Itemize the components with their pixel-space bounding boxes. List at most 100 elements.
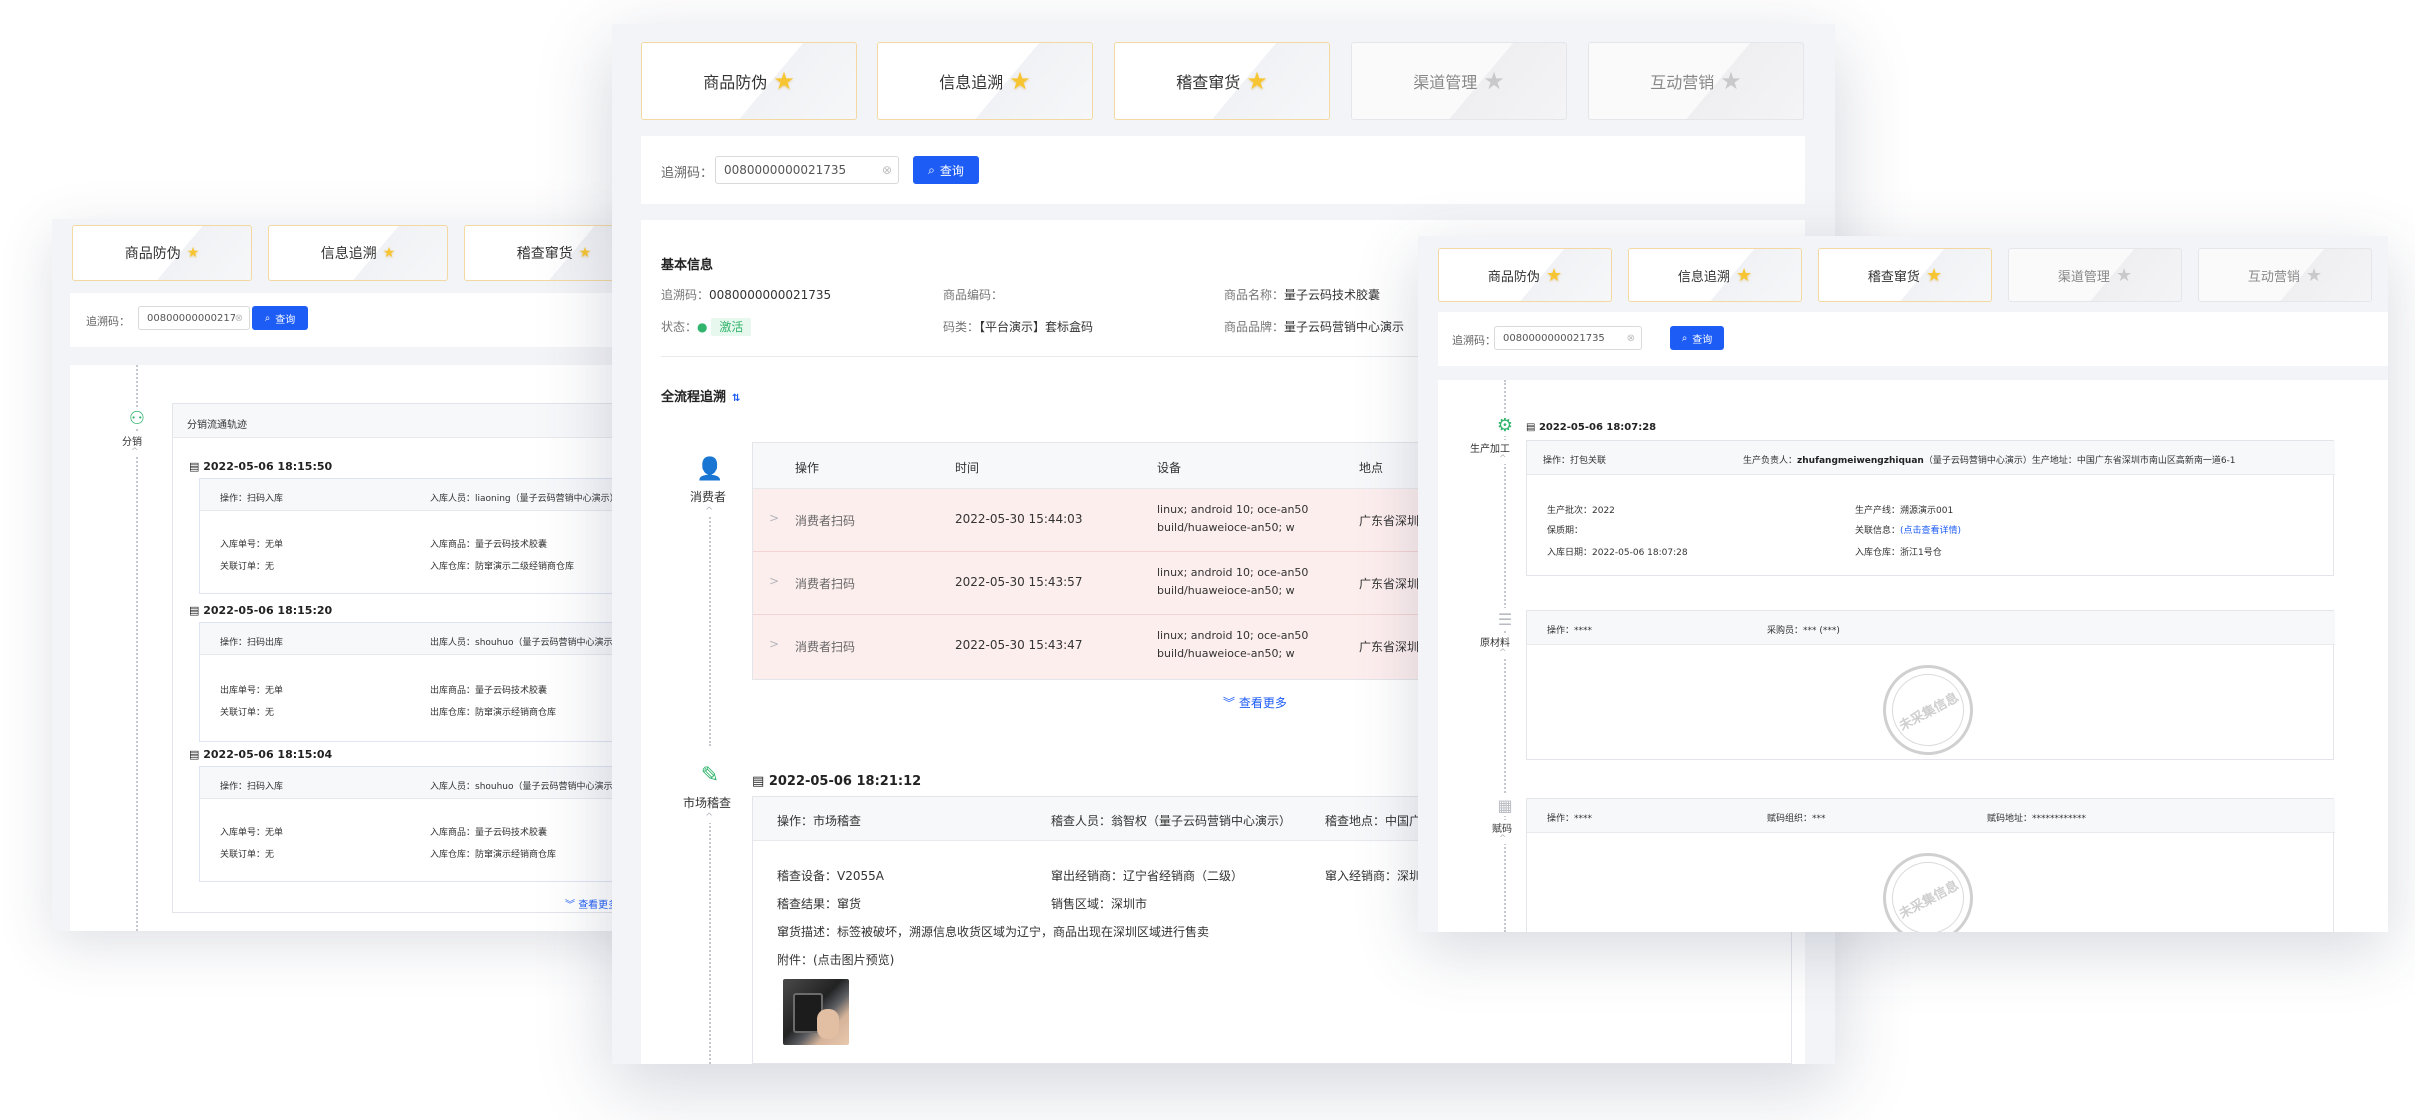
trace-code-field: 追溯码：0080000000021735	[661, 288, 832, 302]
record-card: 操作：扫码出库 出库人员：shouhuo（量子云码营销中心演示） 出库单号：无单…	[199, 622, 672, 742]
star-icon: ★	[2115, 264, 2133, 286]
calendar-icon: ▤	[752, 774, 769, 789]
promo-stage: 商品防伪★ 信息追溯★ 稽查窜货★ 追溯码： 0080000000021735⊗…	[0, 0, 2415, 1120]
expand-chevron-icon[interactable]: >	[769, 511, 779, 525]
chevron-up-icon[interactable]: ^	[1499, 648, 1507, 658]
goods-code-field: 商品编码：	[943, 288, 1004, 302]
star-icon: ★	[382, 245, 396, 261]
attachment-thumbnail[interactable]	[783, 979, 849, 1045]
search-icon: ⌕	[264, 312, 271, 324]
node-label-coding: 赋码	[1490, 820, 1514, 835]
chevron-up-icon[interactable]: ^	[131, 447, 139, 457]
no-data-stamp: 未采集信息	[1867, 837, 1989, 932]
flow-title: 全流程追溯 ⇅	[661, 390, 741, 405]
search-bar: 追溯码： 0080000000021735⊗ ⌕查询	[641, 136, 1805, 204]
star-icon: ★	[1009, 67, 1031, 95]
tab-channel[interactable]: 渠道管理 ★	[1351, 42, 1567, 120]
see-more-link[interactable]: ︾ 查看更多	[1223, 694, 1287, 711]
no-data-stamp: 未采集信息	[1867, 649, 1989, 771]
chevron-up-icon[interactable]: ^	[1499, 454, 1507, 464]
tab-trace[interactable]: 信息追溯 ★	[268, 225, 448, 281]
production-card: 操作：打包关联 生产负责人：zhufangmeiwengzhiquan（量子云码…	[1526, 440, 2335, 576]
tab-channel[interactable]: 渠道管理 ★	[2008, 248, 2182, 302]
tab-anti-fake[interactable]: 商品防伪 ★	[641, 42, 857, 120]
record-card: 操作：扫码入库 入库人员：shouhuo（量子云码营销中心演示） 入库单号：无单…	[199, 766, 672, 882]
gears-icon: ⚙	[1494, 414, 1516, 436]
tab-marketing[interactable]: 互动营销 ★	[1588, 42, 1804, 120]
distribution-panel: ⚇ 分销 ^ 分销流通轨迹 ▤ 2022-05-06 18:15:50 操作：扫…	[70, 365, 672, 931]
tab-marketing[interactable]: 互动营销 ★	[2198, 248, 2372, 302]
see-more-link[interactable]: ︾ 查看更多	[565, 896, 618, 911]
search-button[interactable]: ⌕ 查询	[913, 156, 979, 184]
clear-icon[interactable]: ⊗	[1627, 333, 1635, 344]
status-dot-icon: ●	[697, 320, 712, 334]
distribution-track-box: 分销流通轨迹 ▤ 2022-05-06 18:15:50 操作：扫码入库 入库人…	[172, 403, 672, 913]
tab-anti-fake[interactable]: 商品防伪 ★	[1438, 248, 1612, 302]
code-type-field: 码类：【平台演示】套标盒码	[943, 320, 1094, 334]
tab-anti-fake[interactable]: 商品防伪 ★	[72, 225, 252, 281]
search-button[interactable]: ⌕ 查询	[1670, 326, 1724, 350]
material-card: 操作：**** 采购员：*** (***) 未采集信息	[1526, 610, 2335, 771]
tab-bar: 商品防伪 ★ 信息追溯 ★ 稽查窜货 ★	[52, 219, 672, 289]
node-label-distribution: 分销	[122, 433, 142, 448]
star-icon: ★	[2305, 264, 2323, 286]
distribution-window: 商品防伪★ 信息追溯★ 稽查窜货★ 追溯码： 0080000000021735⊗…	[52, 219, 672, 931]
expand-chevron-icon[interactable]: >	[769, 637, 779, 651]
status-badge: 激活	[711, 318, 752, 336]
chevron-up-icon[interactable]: ^	[1499, 834, 1507, 844]
search-bar: 追溯码： 0080000000021735⊗ ⌕查询	[70, 293, 670, 347]
star-icon: ★	[1246, 67, 1268, 95]
tab-inspect[interactable]: 稽查窜货 ★	[1818, 248, 1992, 302]
calendar-icon: ▤	[189, 748, 204, 761]
tab-trace[interactable]: 信息追溯 ★	[877, 42, 1093, 120]
star-icon: ★	[578, 245, 592, 261]
expand-chevron-icon[interactable]: >	[769, 574, 779, 588]
node-label-market: 市场稽查	[683, 796, 732, 810]
search-label: 追溯码：	[661, 166, 714, 181]
star-icon: ★	[1545, 264, 1563, 286]
sort-icon[interactable]: ⇅	[732, 393, 740, 404]
tab-inspect[interactable]: 稽查窜货 ★	[1114, 42, 1330, 120]
calendar-icon: ▤	[1526, 422, 1539, 433]
clear-icon[interactable]: ⊗	[235, 313, 243, 324]
node-label-production: 生产加工	[1468, 440, 1512, 455]
calendar-icon: ▤	[189, 460, 204, 473]
inspect-time: ▤ 2022-05-06 18:21:12	[752, 774, 922, 789]
column-header: 时间	[955, 461, 980, 475]
star-icon: ★	[1735, 264, 1753, 286]
detail-link[interactable]: (点击查看详情)	[1900, 526, 1961, 536]
clear-icon[interactable]: ⊗	[882, 163, 892, 177]
column-header: 操作	[795, 461, 820, 475]
chevron-up-icon[interactable]: ^	[705, 506, 714, 517]
brand-field: 商品品牌：量子云码营销中心演示	[1224, 320, 1405, 334]
basic-info-title: 基本信息	[661, 258, 714, 273]
double-chevron-down-icon: ︾	[565, 900, 579, 911]
panel-title: 分销流通轨迹	[187, 420, 247, 431]
search-label: 追溯码：	[86, 315, 130, 328]
double-chevron-down-icon: ︾	[1223, 696, 1239, 710]
column-header: 设备	[1157, 461, 1182, 475]
star-icon: ★	[1925, 264, 1943, 286]
search-icon: ⌕	[928, 162, 935, 177]
node-label-material: 原材料	[1478, 634, 1512, 649]
node-label-consumer: 消费者	[690, 490, 727, 504]
search-input[interactable]: 0080000000021735⊗	[715, 156, 899, 184]
status-field: 状态：● 激活	[661, 318, 752, 336]
inspection-icon: ✎	[697, 762, 723, 788]
record-time: ▤ 2022-05-06 18:15:04	[189, 748, 333, 761]
goods-name-field: 商品名称：量子云码技术胶囊	[1224, 288, 1381, 302]
search-button[interactable]: ⌕ 查询	[252, 306, 308, 330]
search-input[interactable]: 0080000000021735⊗	[138, 306, 250, 330]
star-icon: ★	[1720, 67, 1742, 95]
production-window: 商品防伪 ★ 信息追溯 ★ 稽查窜货 ★ 渠道管理 ★ 互动营销 ★ 追溯码： 00800…	[1418, 236, 2388, 932]
barcode-icon: ▦	[1494, 794, 1516, 816]
search-icon: ⌕	[1681, 332, 1688, 344]
record-time: ▤ 2022-05-06 18:15:20	[189, 604, 333, 617]
search-input[interactable]: 0080000000021735⊗	[1494, 326, 1642, 350]
consumer-icon: 👤	[696, 456, 724, 482]
chevron-up-icon[interactable]: ^	[705, 812, 714, 823]
record-time: ▤ 2022-05-06 18:15:50	[189, 460, 333, 473]
star-icon: ★	[1483, 67, 1505, 95]
star-icon: ★	[186, 245, 200, 261]
tab-trace[interactable]: 信息追溯 ★	[1628, 248, 1802, 302]
